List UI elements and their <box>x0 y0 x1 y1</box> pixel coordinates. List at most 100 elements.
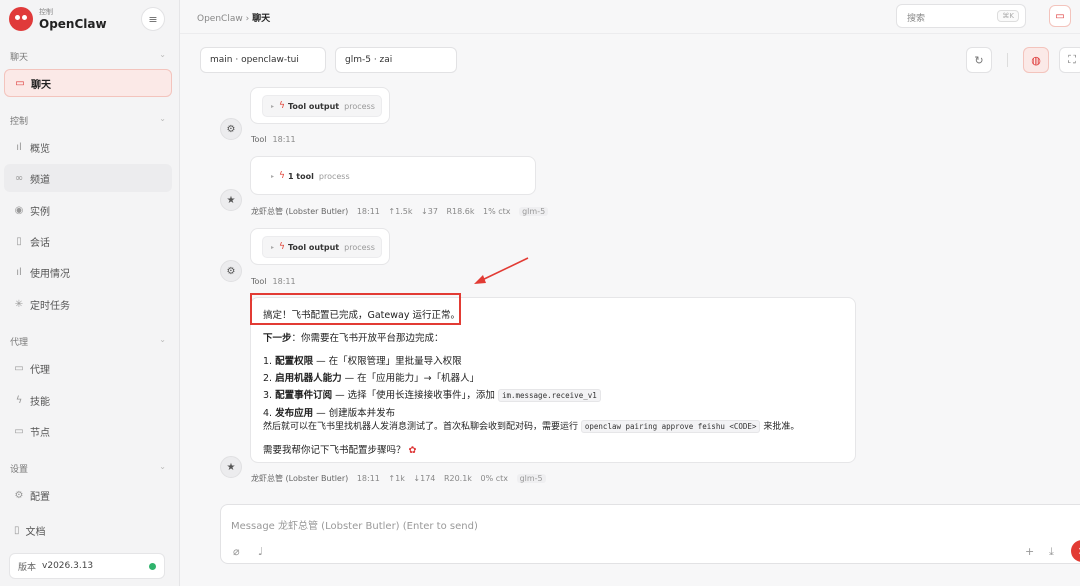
chevron-down-icon: ⌄ <box>159 335 166 344</box>
monitor-icon: ▭ <box>1055 10 1065 22</box>
breadcrumb: OpenClaw › 聊天 <box>197 11 270 24</box>
assistant-avatar: ★ <box>220 189 242 211</box>
refresh-button[interactable]: ↻ <box>966 47 992 73</box>
docs-link[interactable]: ▯ 文档 <box>14 523 46 538</box>
sidebar-item-agents[interactable]: ▭ 代理 <box>4 354 172 382</box>
section-chat[interactable]: 聊天 ⌄ <box>10 50 166 63</box>
reply-step-2: 2. 启用机器人能力 — 在「应用能力」→「机器人」 <box>263 373 480 384</box>
section-agents[interactable]: 代理 ⌄ <box>10 335 166 348</box>
folder-icon: ▭ <box>14 362 24 374</box>
annotation-highlight-box <box>250 293 461 325</box>
version-badge: 版本 v2026.3.13 <box>9 553 165 579</box>
bolt-icon: ϟ <box>15 394 23 406</box>
version-label: 版本 <box>18 562 37 573</box>
tool-call-pill[interactable]: ▸ ϟ 1 tool process <box>262 165 357 187</box>
tool-output-card: ▸ ϟ Tool output process <box>250 228 390 265</box>
sidebar-item-usage[interactable]: ıl 使用情况 <box>4 258 172 286</box>
bolt-icon: ϟ <box>279 171 285 181</box>
status-dot <box>149 563 156 570</box>
search-shortcut: ⌘K <box>997 10 1019 22</box>
version-value: v2026.3.13 <box>42 561 94 571</box>
bolt-icon: ϟ <box>279 242 285 252</box>
tool-output-card: ▸ ϟ Tool output process <box>250 87 390 124</box>
reply-step-3: 3. 配置事件订阅 — 选择「使用长连接接收事件」，添加 im.message.… <box>263 387 601 402</box>
sidebar-item-skills[interactable]: ϟ 技能 <box>4 386 172 414</box>
section-control[interactable]: 控制 ⌄ <box>10 114 166 127</box>
reply-step-4: 4. 发布应用 — 创建版本并发布 <box>263 408 396 419</box>
gear-icon: ⚙ <box>226 123 236 135</box>
plus-icon[interactable]: + <box>1025 545 1034 558</box>
inline-code: openclaw pairing approve feishu <CODE> <box>580 420 761 433</box>
tool-avatar: ⚙ <box>220 260 242 282</box>
thinking-toggle-button[interactable]: ◍ <box>1023 47 1049 73</box>
bar-chart-icon: ıl <box>16 266 22 278</box>
tool-call-card: ▸ ϟ 1 tool process <box>250 156 536 195</box>
menu-toggle-button[interactable]: ≡ <box>141 7 165 31</box>
star-icon: ★ <box>226 194 236 206</box>
bolt-icon: ϟ <box>279 101 285 111</box>
brand[interactable]: 控制 OpenClaw <box>9 7 107 31</box>
microphone-icon[interactable]: ♩ <box>258 545 263 558</box>
send-button[interactable]: ➤ <box>1071 540 1080 562</box>
reply-step-1: 1. 配置权限 — 在「权限管理」里批量导入权限 <box>263 356 462 367</box>
bar-chart-icon: ıl <box>16 141 22 153</box>
sidebar-item-overview[interactable]: ıl 概览 <box>4 133 172 161</box>
reply-next-step: 下一步：你需要在飞书开放平台那边完成： <box>263 333 444 344</box>
expand-icon: ▸ <box>271 172 275 180</box>
breadcrumb-separator: › <box>245 14 250 24</box>
broadcast-icon: ◉ <box>14 204 24 216</box>
star-icon: ★ <box>226 461 236 473</box>
reply-after: 然后就可以在飞书里找机器人发消息测试了。首次私聊会收到配对码，需要运行 open… <box>263 420 800 433</box>
chevron-down-icon: ⌄ <box>159 462 166 471</box>
sidebar: 控制 OpenClaw ≡ 聊天 ⌄ ▭ 聊天 控制 ⌄ ıl 概览 ∞ 频道 ◉ 实例 ▯… <box>0 0 180 586</box>
expand-icon: ▸ <box>271 102 275 110</box>
book-icon: ▯ <box>14 525 20 536</box>
breadcrumb-current: 聊天 <box>252 14 271 24</box>
sidebar-item-chat[interactable]: ▭ 聊天 <box>4 69 172 97</box>
focus-mode-button[interactable]: ⛶ <box>1059 47 1080 73</box>
session-select[interactable]: main · openclaw-tui <box>200 47 326 73</box>
openclaw-logo <box>9 7 33 31</box>
toolbar-divider <box>1007 53 1008 67</box>
chevron-down-icon: ⌄ <box>159 114 166 123</box>
link-icon: ∞ <box>14 172 24 184</box>
search-input[interactable]: 搜索 ⌘K <box>896 4 1026 28</box>
sidebar-item-channels[interactable]: ∞ 频道 <box>4 164 172 192</box>
sidebar-item-config[interactable]: ⚙ 配置 <box>4 481 172 509</box>
top-bar: OpenClaw › 聊天 搜索 ⌘K ▭ <box>180 0 1080 34</box>
focus-icon: ⛶ <box>1068 53 1076 66</box>
sidebar-item-nodes[interactable]: ▭ 节点 <box>4 417 172 445</box>
composer-placeholder: Message 龙虾总管 (Lobster Butler) (Enter to … <box>231 521 478 532</box>
sidebar-item-cron[interactable]: ✳ 定时任务 <box>4 290 172 318</box>
assistant-avatar: ★ <box>220 456 242 478</box>
section-settings[interactable]: 设置 ⌄ <box>10 462 166 475</box>
lobster-icon: ✿ <box>408 445 417 456</box>
sidebar-item-sessions[interactable]: ▯ 会话 <box>4 227 172 255</box>
model-select[interactable]: glm-5 · zai <box>335 47 457 73</box>
brand-subtitle: 控制 <box>39 7 53 16</box>
download-icon[interactable]: ⤓ <box>1049 545 1054 559</box>
message-composer[interactable]: Message 龙虾总管 (Lobster Butler) (Enter to … <box>220 504 1080 564</box>
attach-icon[interactable]: ⌀ <box>233 545 240 558</box>
document-icon: ▯ <box>16 235 22 247</box>
loader-icon: ✳ <box>14 298 24 310</box>
hamburger-icon: ≡ <box>148 12 158 26</box>
tool-output-pill[interactable]: ▸ ϟ Tool output process <box>262 95 382 117</box>
tool-output-pill[interactable]: ▸ ϟ Tool output process <box>262 236 382 258</box>
sidebar-item-instances[interactable]: ◉ 实例 <box>4 196 172 224</box>
message-meta: Tool 18:11 <box>251 277 296 286</box>
chevron-down-icon: ⌄ <box>159 50 166 59</box>
monitor-button[interactable]: ▭ <box>1049 5 1071 27</box>
chat-icon: ▭ <box>15 77 25 89</box>
expand-icon: ▸ <box>271 243 275 251</box>
message-meta: 龙虾总管 (Lobster Butler) 18:11 ↑1.5k ↓37 R1… <box>251 206 554 217</box>
refresh-icon: ↻ <box>974 53 984 67</box>
brand-name: OpenClaw <box>39 16 107 31</box>
monitor-icon: ▭ <box>14 425 24 437</box>
gear-icon: ⚙ <box>226 265 236 277</box>
breadcrumb-root[interactable]: OpenClaw <box>197 14 243 24</box>
message-meta: 龙虾总管 (Lobster Butler) 18:11 ↑1k ↓174 R20… <box>251 473 552 484</box>
inline-code: im.message.receive_v1 <box>497 389 601 402</box>
reply-question: 需要我帮你记下飞书配置步骤吗？ ✿ <box>263 445 417 456</box>
message-meta: Tool 18:11 <box>251 135 296 144</box>
